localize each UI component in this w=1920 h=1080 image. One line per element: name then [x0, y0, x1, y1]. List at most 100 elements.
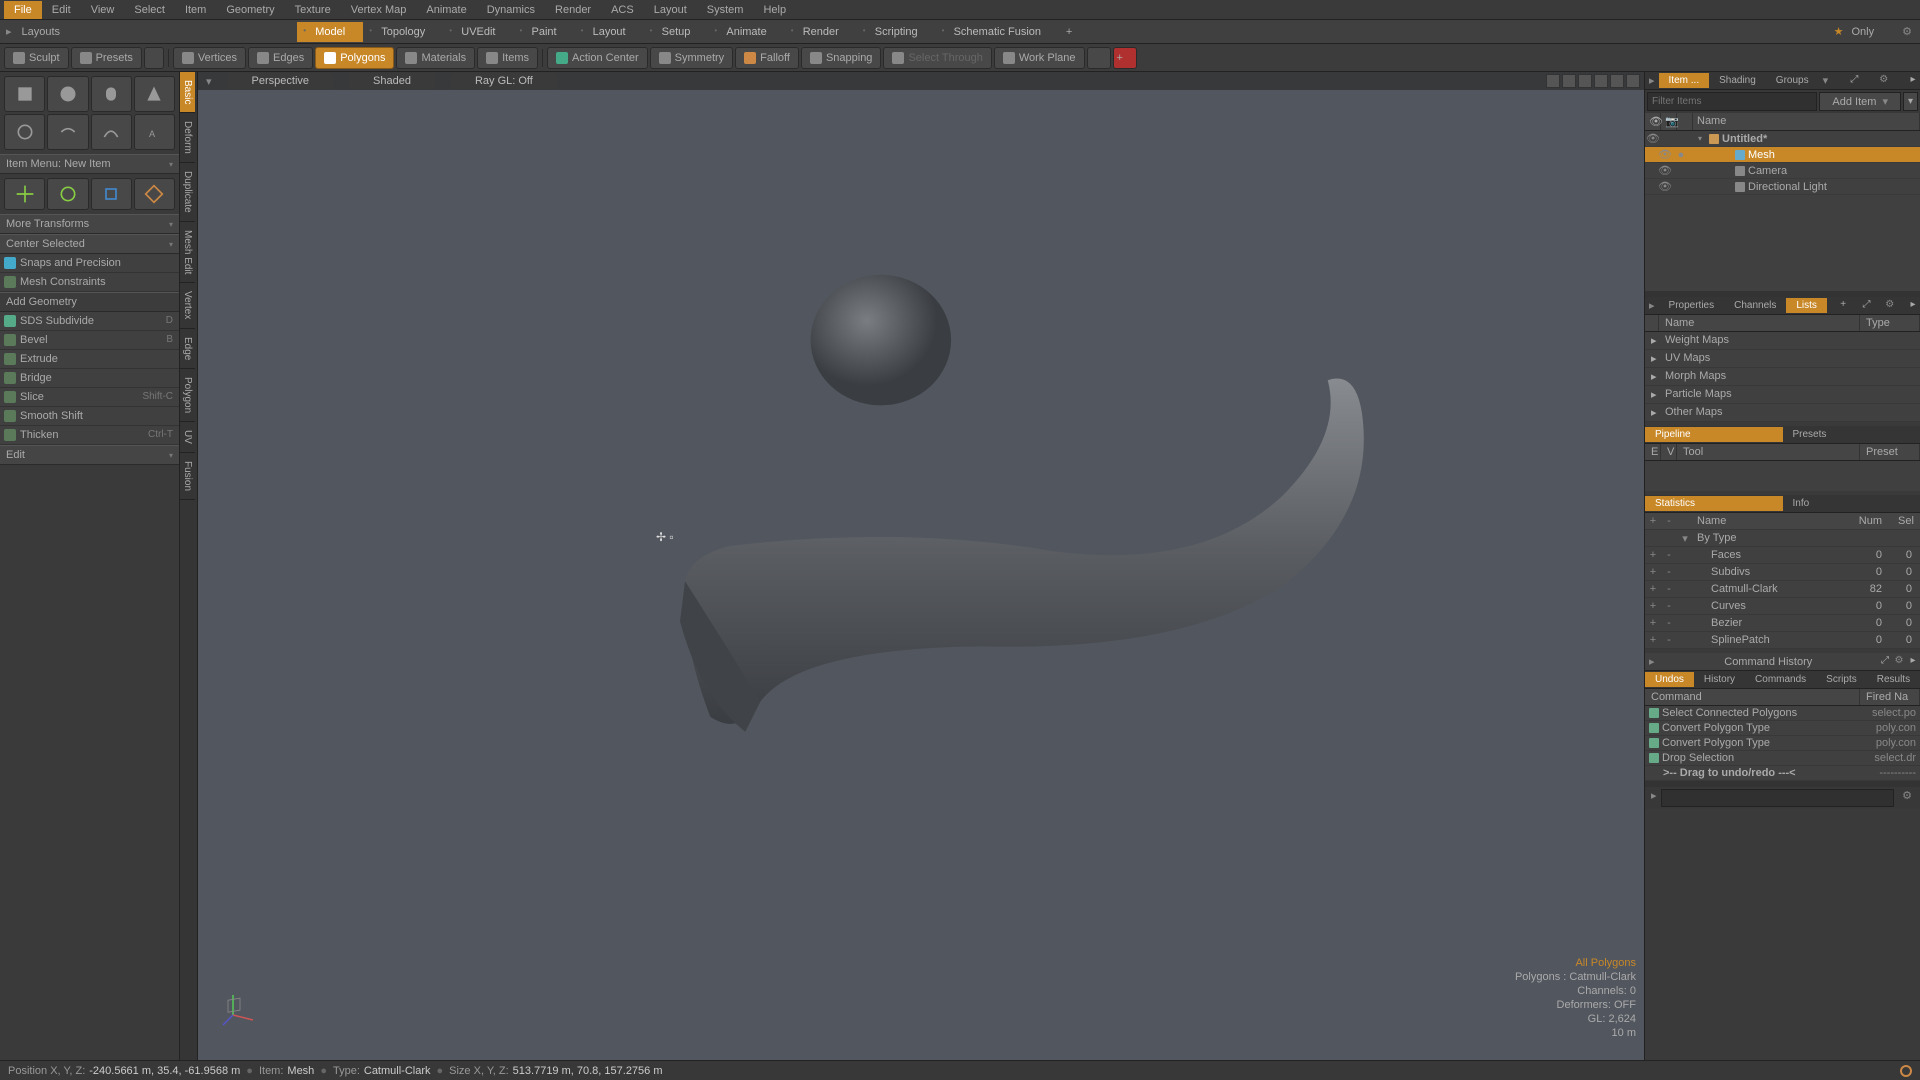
tab-render[interactable]: Render [785, 22, 857, 42]
menu-system[interactable]: System [697, 1, 754, 19]
panel-arrow-icon[interactable]: ▸ [1645, 74, 1659, 87]
tree-row-root[interactable]: 👁 ▾ Untitled* [1645, 131, 1920, 147]
viewport-shaded[interactable]: Shaded [349, 73, 435, 89]
tree-row-light[interactable]: 👁 Directional Light [1645, 179, 1920, 195]
move-view-icon[interactable] [1546, 74, 1560, 88]
item-menu-header[interactable]: Item Menu: New Item▾ [0, 154, 179, 174]
bevel-tool[interactable]: BevelB [0, 331, 179, 350]
vtab-duplicate[interactable]: Duplicate [180, 163, 195, 222]
menu-geometry[interactable]: Geometry [216, 1, 284, 19]
scale-tool[interactable] [91, 178, 132, 210]
vtab-edge[interactable]: Edge [180, 329, 195, 369]
stat-row[interactable]: +-Bezier00 [1645, 615, 1920, 632]
add-more-icon[interactable]: ▾ [1903, 92, 1918, 111]
edit-header[interactable]: Edit▾ [0, 445, 179, 465]
hist-max-icon[interactable]: ⤢ [1878, 655, 1892, 669]
snapping-button[interactable]: Snapping [801, 47, 882, 69]
tab-uvedit[interactable]: UVEdit [443, 22, 513, 42]
tab-layout[interactable]: Layout [575, 22, 644, 42]
list-row[interactable]: ▸Other Maps [1645, 404, 1920, 422]
tab-add-button[interactable]: + [1059, 26, 1079, 38]
tab-model[interactable]: Model [297, 22, 363, 42]
cmd-row[interactable]: Drop Selectionselect.dr [1645, 751, 1920, 766]
tube-tool[interactable] [47, 114, 88, 150]
zoom-view-icon[interactable] [1578, 74, 1592, 88]
status-indicator-icon[interactable] [1900, 1065, 1912, 1077]
snaps-tool[interactable]: Snaps and Precision [0, 254, 179, 273]
command-input[interactable] [1661, 789, 1895, 807]
cylinder-tool[interactable] [91, 76, 132, 112]
menu-vertexmap[interactable]: Vertex Map [341, 1, 417, 19]
tab-groups[interactable]: Groups [1766, 73, 1819, 88]
tab-info[interactable]: Info [1783, 496, 1920, 511]
vtab-basic[interactable]: Basic [180, 72, 195, 113]
vtab-uv[interactable]: UV [180, 422, 195, 453]
tab-commands[interactable]: Commands [1745, 672, 1816, 687]
tab-setup[interactable]: Setup [644, 22, 709, 42]
falloff-button[interactable]: Falloff [735, 47, 799, 69]
tab-paint[interactable]: Paint [514, 22, 575, 42]
settings-view-icon[interactable] [1610, 74, 1624, 88]
cmd-row[interactable]: Convert Polygon Typepoly.con [1645, 736, 1920, 751]
menu-animate[interactable]: Animate [416, 1, 476, 19]
eye-icon[interactable]: 👁 [1657, 180, 1673, 193]
action-center-button[interactable]: Action Center [547, 47, 648, 69]
filter-input[interactable] [1647, 92, 1817, 111]
tab-pipeline[interactable]: Pipeline [1645, 427, 1783, 442]
tab-results[interactable]: Results [1867, 672, 1920, 687]
vtab-fusion[interactable]: Fusion [180, 453, 195, 500]
cmd-arrow-icon[interactable]: ▸ [1647, 789, 1661, 807]
thicken-tool[interactable]: ThickenCtrl-T [0, 426, 179, 445]
vtab-vertex[interactable]: Vertex [180, 283, 195, 328]
bridge-tool[interactable]: Bridge [0, 369, 179, 388]
viewport-menu-icon[interactable]: ▾ [206, 75, 212, 88]
groups-arrow-icon[interactable]: ▾ [1819, 74, 1833, 87]
menu-dynamics[interactable]: Dynamics [477, 1, 545, 19]
tab-properties[interactable]: Properties [1659, 298, 1725, 313]
tab-history[interactable]: History [1694, 672, 1745, 687]
tab-animate[interactable]: Animate [708, 22, 784, 42]
cone-tool[interactable] [134, 76, 175, 112]
aux1-button[interactable] [1087, 47, 1111, 69]
cmd-row[interactable]: Convert Polygon Typepoly.con [1645, 721, 1920, 736]
extrude-tool[interactable]: Extrude [0, 350, 179, 369]
stat-bytype[interactable]: ▾By Type [1645, 530, 1920, 547]
panel-close2-icon[interactable]: ▸ [1906, 299, 1920, 313]
pin-button[interactable] [144, 47, 164, 69]
tab-scripting[interactable]: Scripting [857, 22, 936, 42]
work-plane-button[interactable]: Work Plane [994, 47, 1085, 69]
panel-gear2-icon[interactable]: ⚙ [1883, 299, 1897, 313]
stat-row[interactable]: +-Subdivs00 [1645, 564, 1920, 581]
more-transforms-header[interactable]: More Transforms▾ [0, 214, 179, 234]
mesh-constraints-tool[interactable]: Mesh Constraints [0, 273, 179, 292]
edges-button[interactable]: Edges [248, 47, 313, 69]
panel-max-icon[interactable]: ⤢ [1847, 74, 1861, 88]
tree-row-mesh[interactable]: 👁● Mesh [1645, 147, 1920, 163]
rotate-view-icon[interactable] [1562, 74, 1576, 88]
vtab-meshedit[interactable]: Mesh Edit [180, 222, 195, 283]
menu-item[interactable]: Item [175, 1, 216, 19]
render-icon[interactable]: ● [1673, 149, 1689, 161]
hist-gear-icon[interactable]: ⚙ [1892, 655, 1906, 669]
tab-lists[interactable]: Lists [1786, 298, 1827, 313]
eye-icon[interactable]: 👁 [1657, 164, 1673, 177]
vtab-polygon[interactable]: Polygon [180, 369, 195, 422]
menu-help[interactable]: Help [753, 1, 796, 19]
list-row[interactable]: ▸Particle Maps [1645, 386, 1920, 404]
transform-tool[interactable] [134, 178, 175, 210]
tab-scripts[interactable]: Scripts [1816, 672, 1867, 687]
list-row[interactable]: ▸Morph Maps [1645, 368, 1920, 386]
tab-topology[interactable]: Topology [363, 22, 443, 42]
stat-row[interactable]: +-Catmull-Clark820 [1645, 581, 1920, 598]
tab-itemlist[interactable]: Item ... [1659, 73, 1710, 88]
layouts-arrow-icon[interactable]: ▸ [0, 25, 18, 38]
hist-close-icon[interactable]: ▸ [1906, 655, 1920, 669]
only-toggle[interactable]: Only [1848, 26, 1893, 38]
menu-select[interactable]: Select [124, 1, 175, 19]
add-list-icon[interactable]: + [1836, 299, 1850, 313]
list-row[interactable]: ▸Weight Maps [1645, 332, 1920, 350]
smooth-shift-tool[interactable]: Smooth Shift [0, 407, 179, 426]
menu-layout[interactable]: Layout [644, 1, 697, 19]
menu-view[interactable]: View [81, 1, 125, 19]
rotate-tool[interactable] [47, 178, 88, 210]
